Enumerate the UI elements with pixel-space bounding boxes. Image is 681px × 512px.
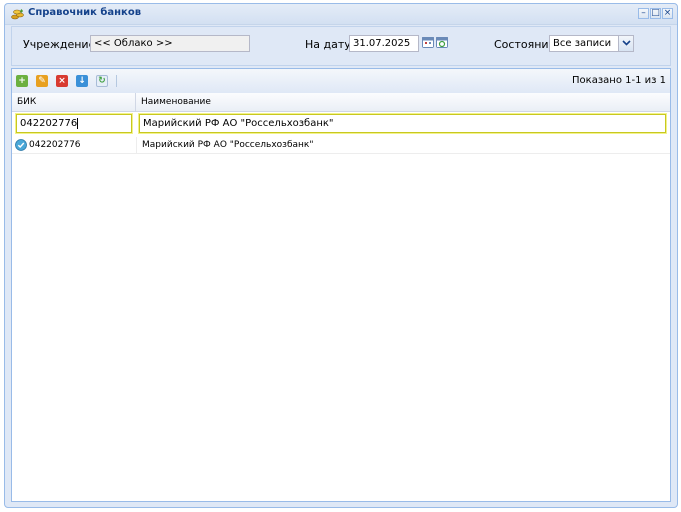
window-titlebar[interactable]: Справочник банков – □ ×	[5, 4, 677, 25]
name-filter-input[interactable]: Марийский РФ АО "Россельхозбанк"	[139, 114, 666, 133]
state-select-value: Все записи	[553, 38, 612, 49]
grid-toolbar: + ✎ × ↓ ↻ Показано 1-1 из 1	[12, 69, 670, 94]
column-header-name[interactable]: Наименование	[136, 93, 670, 111]
cell-bik: 042202776	[29, 140, 81, 150]
institution-field[interactable]: << Облако >>	[90, 35, 250, 52]
calendar-refresh-icon[interactable]	[436, 36, 448, 48]
download-icon[interactable]: ↓	[76, 75, 88, 87]
close-button[interactable]: ×	[662, 8, 673, 19]
column-divider	[136, 137, 137, 153]
edit-icon[interactable]: ✎	[36, 75, 48, 87]
banks-directory-window: Справочник банков – □ × Учреждение: << О…	[4, 3, 678, 508]
grid-filter-row: 042202776 Марийский РФ АО "Россельхозбан…	[12, 112, 670, 135]
coins-icon	[11, 9, 24, 20]
check-circle-icon	[15, 139, 27, 151]
column-header-bik[interactable]: БИК	[12, 93, 136, 111]
cell-name: Марийский РФ АО "Россельхозбанк"	[142, 140, 314, 150]
banks-grid: + ✎ × ↓ ↻ Показано 1-1 из 1 БИК Наименов…	[11, 68, 671, 502]
delete-icon[interactable]: ×	[56, 75, 68, 87]
text-cursor	[77, 117, 79, 129]
toolbar-separator	[116, 75, 117, 87]
calendar-icon[interactable]	[422, 36, 434, 48]
state-select[interactable]: Все записи	[549, 35, 634, 52]
table-row[interactable]: 042202776 Марийский РФ АО "Россельхозбан…	[12, 137, 670, 154]
window-title: Справочник банков	[28, 7, 142, 18]
minimize-button[interactable]: –	[638, 8, 649, 19]
maximize-button[interactable]: □	[650, 8, 661, 19]
date-field[interactable]: 31.07.2025	[349, 35, 419, 52]
grid-header: БИК Наименование	[12, 93, 670, 112]
date-label: На дату:	[305, 38, 355, 51]
filter-panel: Учреждение: << Облако >> На дату: 31.07.…	[11, 26, 671, 66]
records-count: Показано 1-1 из 1	[572, 75, 666, 86]
bik-filter-value: 042202776	[20, 118, 78, 129]
add-icon[interactable]: +	[16, 75, 28, 87]
chevron-down-icon[interactable]	[618, 36, 633, 51]
bik-filter-input[interactable]: 042202776	[16, 114, 132, 133]
refresh-icon[interactable]: ↻	[96, 75, 108, 87]
institution-label: Учреждение:	[23, 38, 100, 51]
